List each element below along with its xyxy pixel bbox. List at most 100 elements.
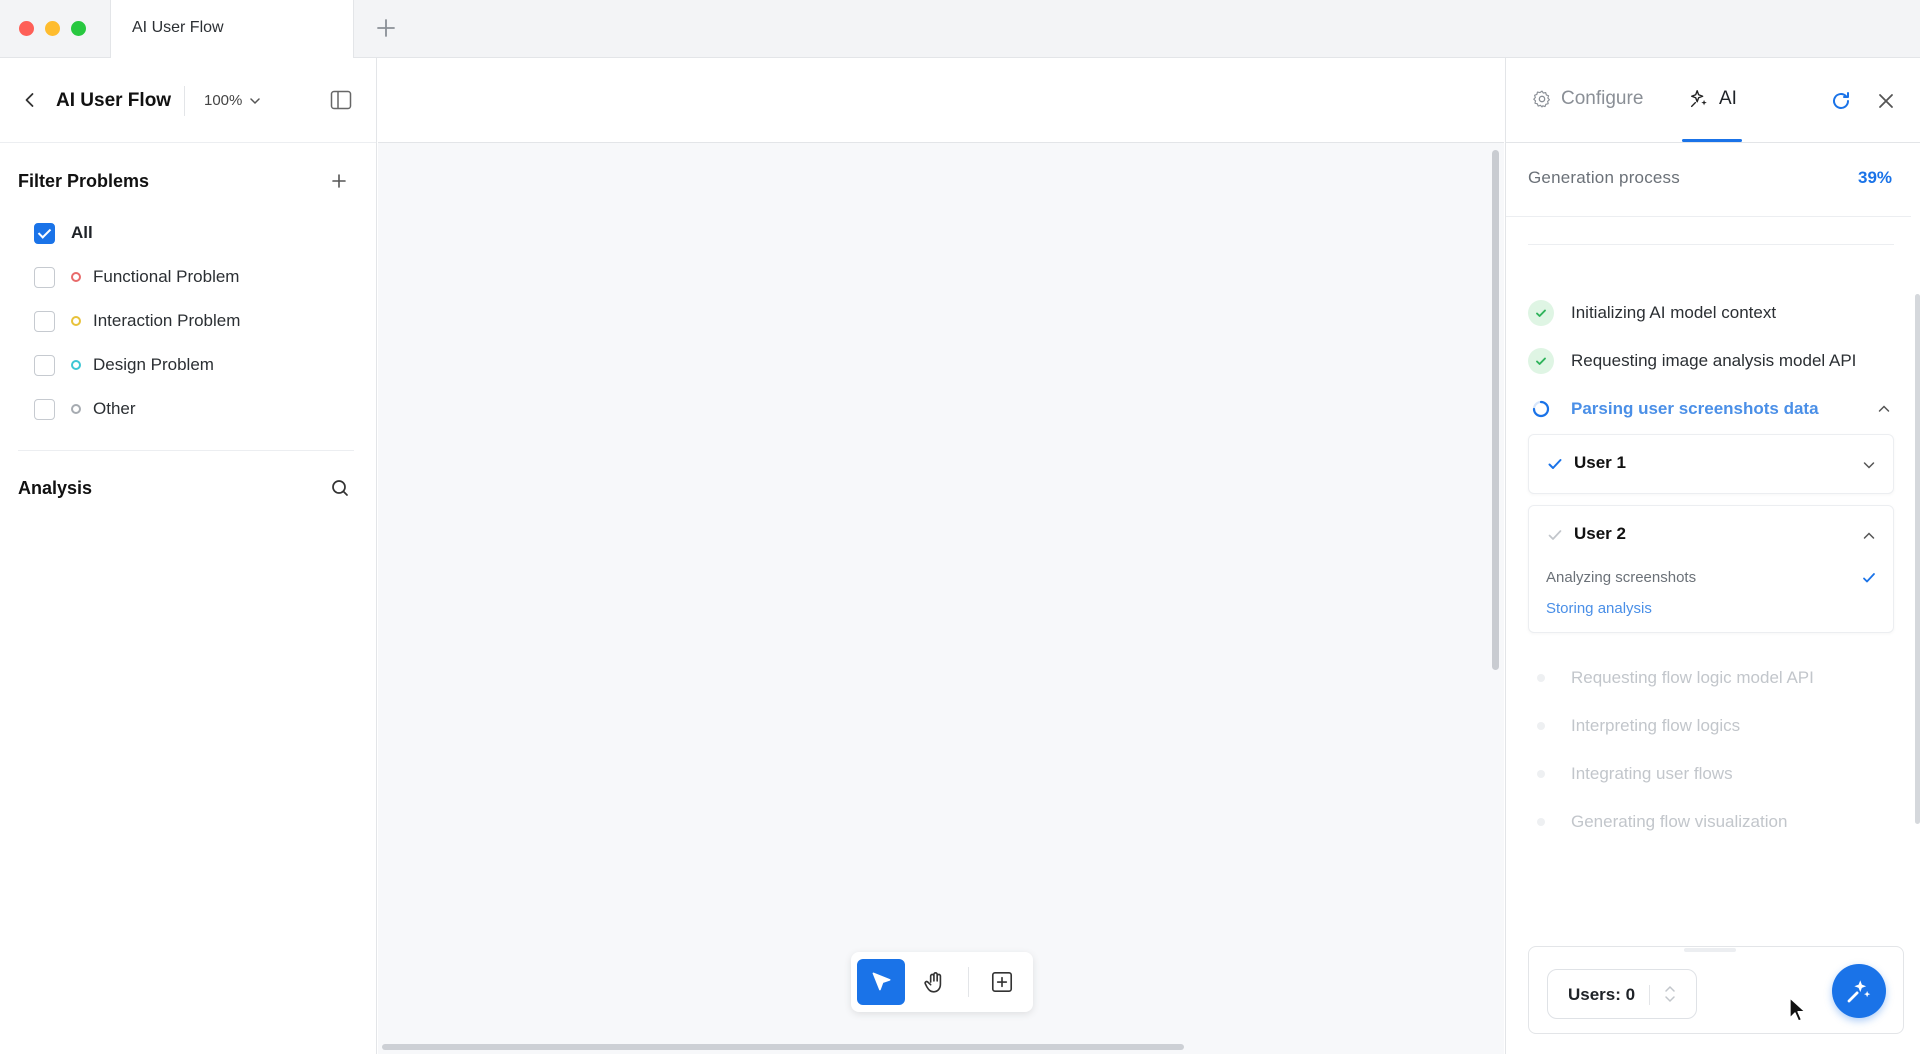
select-tool-button[interactable] [857,959,905,1005]
filter-all[interactable]: All [34,221,93,245]
filter-functional-problem[interactable]: Functional Problem [34,265,239,289]
generation-progress-value: 39% [1858,168,1893,187]
step-item-pending: Integrating user flows [1528,760,1733,788]
minimize-window-button[interactable] [45,21,60,36]
back-button[interactable] [20,90,40,110]
tab-configure[interactable]: Configure [1532,88,1643,110]
add-filter-button[interactable] [329,171,349,191]
collapse-step-button[interactable] [1876,401,1892,417]
filter-design-problem[interactable]: Design Problem [34,353,214,377]
user-card[interactable]: User 1 [1528,434,1894,494]
sidebar-icon [330,90,352,110]
collapse-user-button[interactable] [1861,528,1877,544]
step-pending-icon [1528,665,1554,691]
gear-icon [1533,90,1550,108]
panel-scrollbar[interactable] [1915,294,1920,824]
step-item-active[interactable]: Parsing user screenshots data [1528,395,1819,423]
spinner-icon [1532,400,1550,418]
design-dot-icon [71,360,81,370]
user-done-check [1547,456,1563,472]
tab-ai-label: AI [1719,88,1737,109]
drag-handle[interactable] [1684,948,1736,952]
filter-interaction-problem[interactable]: Interaction Problem [34,309,240,333]
filter-functional-checkbox[interactable] [34,266,55,288]
pan-tool-button[interactable] [911,959,959,1005]
users-count-stepper[interactable]: Users: 0 [1547,969,1697,1019]
divider [1506,216,1911,217]
check-icon [1548,530,1562,540]
generation-process-label: Generation process [1528,168,1680,187]
refresh-icon [1833,92,1849,109]
add-square-icon [991,971,1013,993]
user-progress-check [1547,527,1563,543]
filter-label: Other [93,399,136,418]
close-icon [1879,94,1893,108]
substep-done-check [1861,570,1877,586]
step-item-pending: Interpreting flow logics [1528,712,1740,740]
tab-configure-label: Configure [1561,88,1644,109]
plus-icon [377,19,395,37]
close-panel-button[interactable] [1875,90,1897,112]
left-panel: AI User Flow 100% Filter Problems All Fu… [0,58,377,1054]
step-label: Initializing AI model context [1571,303,1777,322]
hand-icon [924,972,942,993]
right-panel: Configure AI Generation process 39% Init… [1505,58,1920,1054]
header-divider [184,86,185,116]
step-label: Requesting image analysis model API [1571,351,1857,370]
check-icon [1548,459,1562,469]
step-pending-icon [1528,713,1554,739]
filter-other-checkbox[interactable] [34,398,55,420]
filter-other[interactable]: Other [34,397,136,421]
analysis-search-button[interactable] [330,478,350,498]
flow-canvas[interactable] [378,58,1504,1054]
chevron-left-icon [25,93,34,107]
canvas-header [378,58,1504,143]
add-frame-button[interactable] [978,959,1026,1005]
step-item: Requesting image analysis model API [1528,347,1856,375]
step-item-pending: Generating flow visualization [1528,808,1787,836]
page-title: AI User Flow [56,90,172,111]
check-icon [1863,573,1875,583]
filter-all-checkbox[interactable] [34,222,55,244]
step-done-icon [1528,348,1554,374]
new-tab-button[interactable] [374,16,398,40]
step-label: Parsing user screenshots data [1571,399,1819,418]
canvas-toolbar [851,952,1033,1012]
user-title: User 2 [1574,524,1626,543]
magic-wand-icon [1847,980,1871,1003]
stepper-arrows[interactable] [1662,980,1678,1008]
canvas-vertical-scrollbar[interactable] [1492,150,1499,670]
tab-title: AI User Flow [132,19,224,36]
step-pending-icon [1528,809,1554,835]
step-label: Interpreting flow logics [1571,716,1741,735]
chevron-up-down-icon [1665,985,1675,1003]
substep-label: Analyzing screenshots [1546,569,1697,586]
stepper-divider [1649,985,1650,1005]
zoom-select[interactable]: 100% [204,92,262,109]
close-window-button[interactable] [19,21,34,36]
maximize-window-button[interactable] [71,21,86,36]
filter-label: Interaction Problem [93,311,241,330]
refresh-button[interactable] [1829,89,1853,113]
step-item-pending: Requesting flow logic model API [1528,664,1814,692]
other-dot-icon [71,404,81,414]
sidebar-toggle-button[interactable] [330,90,352,110]
plus-icon [332,174,346,188]
users-count-label: Users: 0 [1568,985,1636,1004]
filter-label: Functional Problem [93,267,240,286]
user-card[interactable]: User 2 Analyzing screenshots Storing ana… [1528,505,1894,633]
step-pending-icon [1528,761,1554,787]
right-panel-header: Configure AI [1506,58,1920,143]
canvas-horizontal-scrollbar[interactable] [382,1044,1184,1050]
filter-label: All [71,223,93,242]
mouse-cursor [1788,996,1808,1024]
expand-user-button[interactable] [1861,457,1877,473]
filter-interaction-checkbox[interactable] [34,310,55,332]
section-divider [18,450,354,451]
step-label: Generating flow visualization [1571,812,1788,831]
tab-ai[interactable]: AI [1688,88,1737,110]
window-titlebar: AI User Flow [0,0,1920,58]
filter-design-checkbox[interactable] [34,354,55,376]
browser-tab[interactable]: AI User Flow [110,0,354,58]
generate-ai-button[interactable] [1832,964,1886,1018]
